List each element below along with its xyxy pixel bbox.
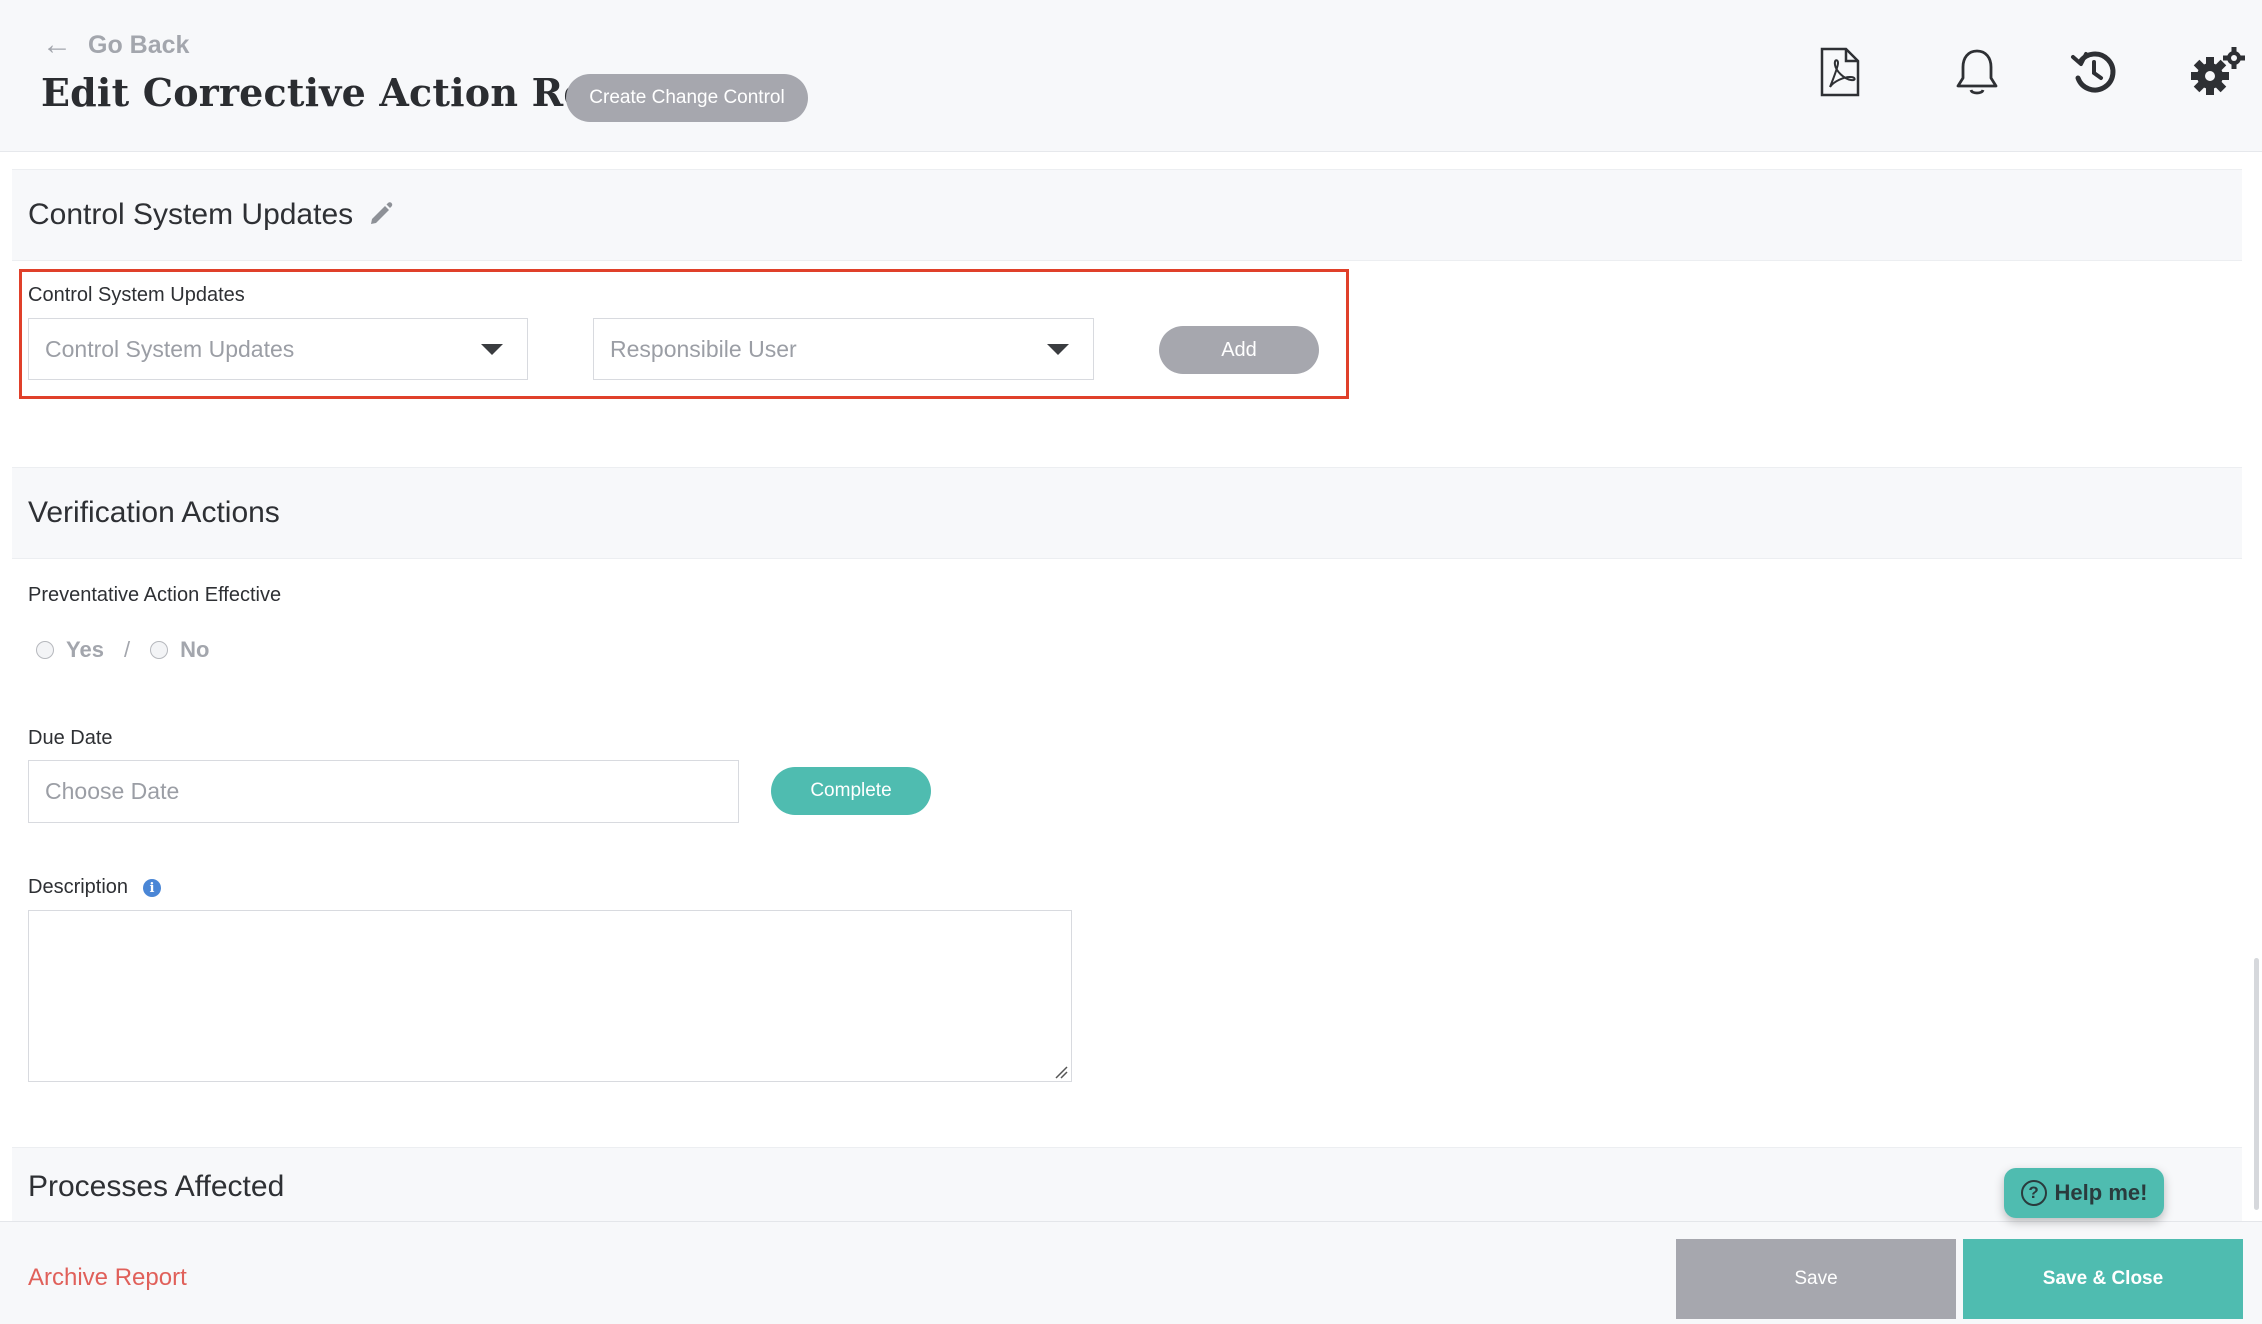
question-icon: ? [2020, 1180, 2047, 1206]
history-icon[interactable] [2062, 40, 2126, 104]
radio-yes-label[interactable]: Yes [66, 637, 104, 663]
help-button[interactable]: ? Help me! [2004, 1168, 2164, 1218]
radio-no-label[interactable]: No [180, 637, 209, 663]
create-change-control-button[interactable]: Create Change Control [566, 74, 808, 122]
archive-report-link[interactable]: Archive Report [28, 1264, 187, 1292]
select-placeholder: Responsibile User [610, 335, 797, 362]
section-title: Control System Updates [28, 198, 354, 231]
save-button[interactable]: Save [1676, 1239, 1956, 1319]
add-button[interactable]: Add [1159, 326, 1319, 374]
radio-yes[interactable] [36, 641, 54, 659]
go-back-label: Go Back [88, 30, 190, 59]
section-header-verification: Verification Actions [12, 467, 2242, 559]
help-label: Help me! [2054, 1180, 2148, 1205]
field-label: Description [28, 876, 129, 898]
caret-down-icon [481, 344, 503, 355]
description-textarea[interactable] [28, 910, 1072, 1082]
section-title: Processes Affected [28, 1170, 285, 1203]
scrollbar-thumb[interactable] [2254, 958, 2259, 1210]
section-header-processes: Processes Affected [12, 1147, 2242, 1221]
arrow-left-icon: ← [42, 28, 72, 61]
save-close-button[interactable]: Save & Close [1963, 1239, 2243, 1319]
info-icon[interactable]: i [143, 879, 161, 897]
field-label: Control System Updates [28, 284, 245, 306]
complete-button[interactable]: Complete [771, 767, 931, 815]
caret-down-icon [1047, 344, 1069, 355]
due-date-input[interactable] [28, 760, 739, 823]
form-content[interactable]: Control System Updates Control System Up… [0, 153, 2262, 1221]
select-placeholder: Control System Updates [45, 335, 295, 362]
radio-separator: / [123, 637, 131, 662]
responsible-user-select[interactable]: Responsibile User [593, 318, 1094, 380]
section-title: Verification Actions [28, 496, 280, 529]
pdf-icon[interactable] [1808, 40, 1872, 104]
control-system-select[interactable]: Control System Updates [28, 318, 528, 380]
settings-icon[interactable] [2186, 40, 2250, 104]
effective-radio-group: Yes / No [36, 637, 209, 663]
bell-icon[interactable] [1945, 40, 2009, 104]
go-back-link[interactable]: ← Go Back [42, 30, 189, 60]
page-header: ← Go Back Edit Corrective Action Report … [0, 0, 2262, 152]
radio-no[interactable] [150, 641, 169, 659]
field-label: Due Date [28, 727, 113, 749]
pencil-icon[interactable] [368, 200, 394, 231]
resize-handle-icon[interactable] [1054, 1065, 1068, 1079]
section-header-control-system: Control System Updates [12, 169, 2242, 261]
field-label: Preventative Action Effective [28, 584, 282, 606]
page-footer: Archive Report Save Save & Close [0, 1221, 2262, 1324]
